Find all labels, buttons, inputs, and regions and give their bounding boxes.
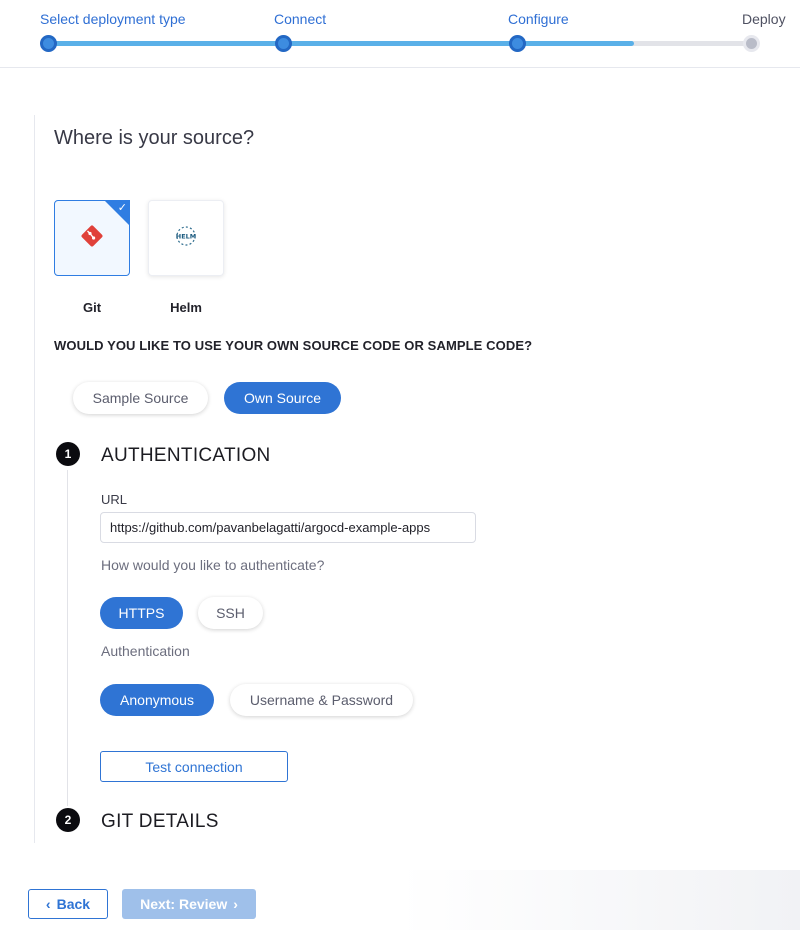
helm-logo-text: HELM [176,232,197,240]
selected-check-icon: ✓ [104,200,130,226]
url-input[interactable]: https://github.com/pavanbelagatti/argocd… [100,512,476,543]
own-source-button[interactable]: Own Source [224,382,341,414]
ssh-button[interactable]: SSH [198,597,263,629]
step-number-authentication: 1 [56,442,80,466]
git-details-heading: GIT DETAILS [101,811,219,832]
source-label-helm: Helm [170,300,202,315]
https-button[interactable]: HTTPS [100,597,183,629]
step-configure[interactable]: Configure [508,11,569,27]
anonymous-button[interactable]: Anonymous [100,684,214,716]
content-rail [34,115,35,843]
source-option-git[interactable]: ✓ [54,200,130,276]
step-dot-connect[interactable] [275,35,292,52]
chevron-right-icon: › [233,896,238,912]
source-option-helm[interactable]: HELM [148,200,224,276]
footer-bar [0,870,800,930]
auth-method-question: How would you like to authenticate? [101,557,325,573]
step-select-deployment-type[interactable]: Select deployment type [40,11,186,27]
progress-fill [48,41,634,46]
back-button[interactable]: ‹ Back [28,889,108,919]
step-connector-line [67,470,68,806]
source-label-git: Git [82,300,102,315]
step-dot-deploy [743,35,760,52]
git-icon [80,224,104,253]
next-button-label: Next: Review [140,896,228,912]
step-dot-select-deployment-type[interactable] [40,35,57,52]
url-label: URL [101,492,128,507]
step-connect[interactable]: Connect [274,11,326,27]
step-dot-configure[interactable] [509,35,526,52]
step-number-git-details: 2 [56,808,80,832]
helm-icon: HELM [172,222,200,255]
test-connection-button[interactable]: Test connection [100,751,288,782]
next-review-button[interactable]: Next: Review › [122,889,256,919]
sample-source-button[interactable]: Sample Source [73,382,208,414]
chevron-left-icon: ‹ [45,896,51,912]
step-deploy: Deploy [742,11,786,27]
wizard-stepper: Select deployment type Connect Configure… [0,0,800,68]
username-password-button[interactable]: Username & Password [230,684,413,716]
back-button-label: Back [56,896,91,912]
code-choice-question: WOULD YOU LIKE TO USE YOUR OWN SOURCE CO… [54,338,533,353]
authentication-heading: AUTHENTICATION [101,445,271,466]
authentication-label: Authentication [101,643,190,659]
page-title: Where is your source? [54,127,255,149]
